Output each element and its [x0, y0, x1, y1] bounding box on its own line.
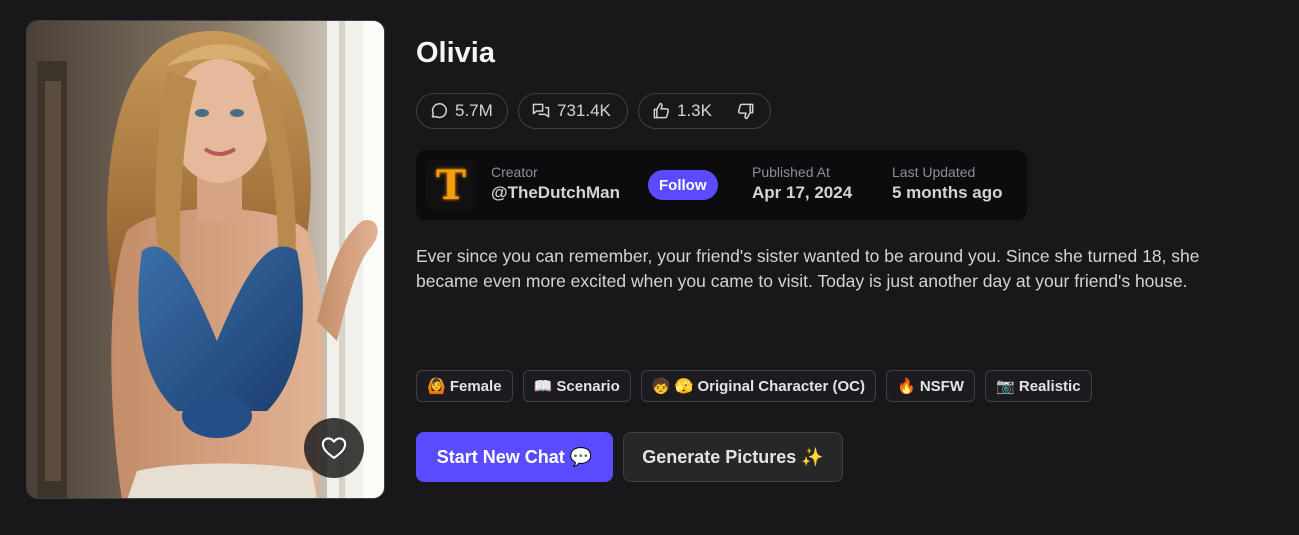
messages-value: 5.7M [455, 101, 493, 120]
character-page: Olivia 5.7M 731.4K 1.3K T Creator @TheDu… [0, 0, 1299, 535]
favorite-button[interactable] [304, 418, 364, 478]
creator-handle[interactable]: @TheDutchMan [491, 183, 620, 203]
messages-count: 5.7M [416, 93, 508, 129]
character-name: Olivia [416, 37, 495, 69]
creator-label: Creator [491, 164, 538, 180]
character-portrait [26, 20, 385, 499]
updated-value: 5 months ago [892, 183, 1003, 202]
creator-avatar[interactable]: T [426, 160, 476, 210]
tag-female[interactable]: 🙆 Female [416, 370, 513, 402]
tag-list: 🙆 Female 📖 Scenario 🧒 🫣 Original Charact… [416, 370, 1092, 402]
creator-panel: T Creator @TheDutchMan Follow Published … [416, 150, 1027, 220]
action-buttons: Start New Chat 💬 Generate Pictures ✨ [416, 432, 843, 482]
heart-icon [321, 437, 347, 459]
published-label: Published At [752, 164, 830, 180]
chats-value: 731.4K [557, 101, 611, 120]
tag-realistic[interactable]: 📷 Realistic [985, 370, 1092, 402]
character-description: Ever since you can remember, your friend… [416, 246, 1200, 291]
vote-pill: 1.3K [638, 93, 771, 129]
creator-avatar-letter: T [436, 161, 466, 209]
generate-pictures-button[interactable]: Generate Pictures ✨ [623, 432, 843, 482]
thumbs-up-icon[interactable] [651, 101, 671, 121]
chats-count: 731.4K [518, 93, 628, 129]
start-new-chat-button[interactable]: Start New Chat 💬 [416, 432, 613, 482]
likes-value: 1.3K [677, 101, 712, 120]
stats-row: 5.7M 731.4K 1.3K [416, 93, 771, 129]
message-circle-icon [429, 101, 449, 121]
tag-nsfw[interactable]: 🔥 NSFW [886, 370, 976, 402]
messages-square-icon [531, 101, 551, 121]
tag-scenario[interactable]: 📖 Scenario [522, 370, 631, 402]
published-date: Apr 17, 2024 [752, 183, 853, 202]
follow-button[interactable]: Follow [648, 170, 718, 200]
updated-label: Last Updated [892, 164, 976, 180]
tag-original-character[interactable]: 🧒 🫣 Original Character (OC) [640, 370, 876, 402]
thumbs-down-icon[interactable] [736, 101, 756, 121]
